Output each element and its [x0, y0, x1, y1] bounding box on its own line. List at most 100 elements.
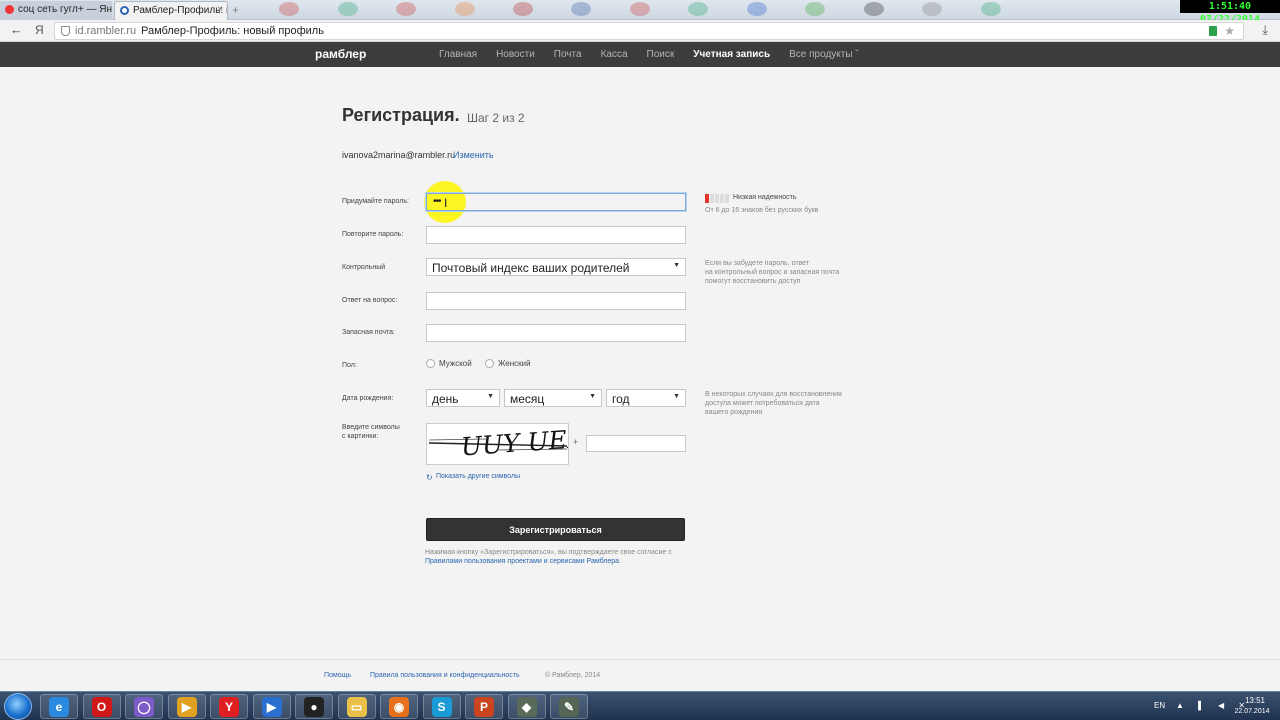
chevron-down-icon: ▼: [487, 393, 494, 400]
taskbar-app-button[interactable]: ✎: [550, 694, 588, 719]
download-icon[interactable]: ⤓: [1262, 22, 1268, 38]
change-email-link[interactable]: Изменить: [453, 150, 494, 160]
birthdate-label: Дата рождения:: [342, 395, 394, 402]
taskbar-app-button[interactable]: ◯: [125, 694, 163, 719]
close-tab-icon[interactable]: ×: [217, 4, 223, 15]
nav-item-search[interactable]: Поиск: [647, 49, 675, 60]
refresh-captcha-link[interactable]: Показать другие символы: [436, 473, 520, 480]
nav-item-account[interactable]: Учетная запись: [693, 49, 770, 60]
bookmark-icon[interactable]: [396, 2, 417, 16]
language-indicator[interactable]: EN: [1154, 701, 1165, 710]
gender-female-radio[interactable]: [485, 359, 494, 368]
captcha-image-graphic: UUY UEF: [428, 424, 568, 461]
rambler-logo[interactable]: рамблер: [315, 47, 366, 61]
taskbar-app-button[interactable]: S: [422, 694, 461, 719]
security-question-label: Контрольный: [342, 264, 386, 271]
strength-segment: [710, 194, 714, 203]
bookmark-icon[interactable]: [922, 2, 943, 16]
pen-app-icon: ✎: [559, 696, 579, 717]
register-button[interactable]: Зарегистрироваться: [426, 518, 685, 541]
yandex-logo-icon[interactable]: Я: [35, 23, 44, 37]
browser-tab-strip: соц сеть гугл+ — Янд Рамблер-Профиль: н …: [0, 0, 1280, 25]
rambler-favicon-icon: [120, 6, 129, 15]
captcha-label-line: Введите символы: [342, 424, 400, 431]
repeat-password-field[interactable]: [426, 226, 686, 244]
footer-rules-link[interactable]: Правила пользования и конфиденциальность: [370, 672, 520, 679]
captcha-label: Введите символы с картинки:: [342, 423, 400, 441]
browser-tab-rambler-profile[interactable]: Рамблер-Профиль: н ×: [114, 1, 228, 20]
birth-day-select[interactable]: день ▼: [426, 389, 500, 407]
bookmark-icon[interactable]: [805, 2, 826, 16]
terms-link[interactable]: Правилами пользования проектами и сервис…: [425, 558, 619, 565]
birth-year-select[interactable]: год ▼: [606, 389, 686, 407]
yandex-browser-icon: Y: [219, 696, 239, 717]
taskbar-app-button[interactable]: ◆: [507, 694, 546, 719]
taskbar-app-button[interactable]: ◉: [380, 694, 418, 719]
bookmark-icons: [260, 2, 1020, 18]
site-header: рамблер Главная Новости Почта Касса Поис…: [0, 42, 1280, 67]
url-page-title: Рамблер-Профиль: новый профиль: [141, 25, 324, 37]
nav-item-mail[interactable]: Почта: [554, 49, 582, 60]
bookmark-icon[interactable]: [688, 2, 709, 16]
bookmark-icon[interactable]: [454, 2, 475, 16]
url-input[interactable]: id.rambler.ru Рамблер-Профиль: новый про…: [54, 22, 1244, 40]
opera-icon: O: [91, 696, 112, 717]
taskbar-app-button[interactable]: ▶: [167, 694, 206, 719]
browser-tab-google-plus[interactable]: соц сеть гугл+ — Янд: [0, 1, 112, 20]
taskbar-clock-date[interactable]: 22.07.2014: [1226, 708, 1278, 715]
terms-end: .: [619, 558, 622, 565]
skype-icon: S: [431, 696, 452, 717]
security-question-select[interactable]: Почтовый индекс ваших родителей ▼: [426, 258, 686, 276]
bookmark-icon[interactable]: [279, 2, 300, 16]
back-arrow-icon[interactable]: ←: [10, 22, 23, 37]
bookmark-icon[interactable]: [571, 2, 592, 16]
media-player-icon: ▶: [176, 696, 197, 717]
nav-item-main[interactable]: Главная: [439, 49, 477, 60]
ie-icon: e: [49, 696, 69, 717]
start-button[interactable]: [4, 693, 32, 720]
footer-help-link[interactable]: Помощь: [324, 672, 351, 679]
gender-male-label[interactable]: Мужской: [439, 359, 472, 368]
tab-title: соц сеть гугл+ — Янд: [18, 4, 112, 15]
nav-item-all-products[interactable]: Все продукты ˇ: [789, 49, 859, 60]
gender-female-label[interactable]: Женский: [498, 359, 531, 368]
bookmark-icon[interactable]: [746, 2, 767, 16]
bookmark-icon[interactable]: [513, 2, 534, 16]
taskbar-app-button[interactable]: ▶: [252, 694, 291, 719]
new-tab-button[interactable]: +: [232, 3, 239, 17]
captcha-input[interactable]: [586, 435, 686, 452]
bookmark-icon[interactable]: [337, 2, 358, 16]
star-icon[interactable]: ★: [1224, 24, 1235, 38]
backup-email-field[interactable]: [426, 324, 686, 342]
answer-field[interactable]: [426, 292, 686, 310]
chevron-down-icon: ▼: [673, 262, 680, 269]
taskbar-app-button[interactable]: Y: [210, 694, 248, 719]
refresh-icon[interactable]: ↻: [426, 473, 433, 482]
password-field[interactable]: •••: [426, 193, 686, 211]
hint-line: В некоторых случаях для восстановления: [705, 391, 842, 398]
bookmark-icon[interactable]: [629, 2, 650, 16]
powerpoint-icon: P: [474, 696, 494, 717]
taskbar-app-button[interactable]: P: [465, 694, 503, 719]
yandex-favicon-icon: [5, 5, 14, 14]
taskbar-app-button[interactable]: O: [82, 694, 121, 719]
step-indicator: Шаг 2 из 2: [467, 111, 525, 125]
taskbar-app-button[interactable]: ●: [295, 694, 333, 719]
firefox-icon: ◉: [389, 696, 409, 717]
gender-male-radio[interactable]: [426, 359, 435, 368]
app-ring-icon: ◯: [134, 696, 154, 717]
taskbar-clock-time[interactable]: 13:51: [1232, 696, 1278, 705]
taskbar-app-button[interactable]: e: [40, 694, 78, 719]
lock-icon[interactable]: [1209, 26, 1217, 36]
nav-item-kassa[interactable]: Касса: [601, 49, 628, 60]
birth-month-select[interactable]: месяц ▼: [504, 389, 602, 407]
tab-title: Рамблер-Профиль: н: [133, 5, 228, 16]
bookmark-icon[interactable]: [863, 2, 884, 16]
nav-item-news[interactable]: Новости: [496, 49, 535, 60]
bookmark-icon[interactable]: [980, 2, 1001, 16]
page-title: Регистрация.: [342, 105, 460, 125]
birth-day-value: день: [432, 392, 459, 406]
birth-month-value: месяц: [510, 392, 545, 406]
taskbar-app-button[interactable]: ▭: [337, 694, 376, 719]
site-footer: Помощь Правила пользования и конфиденциа…: [0, 659, 1280, 691]
